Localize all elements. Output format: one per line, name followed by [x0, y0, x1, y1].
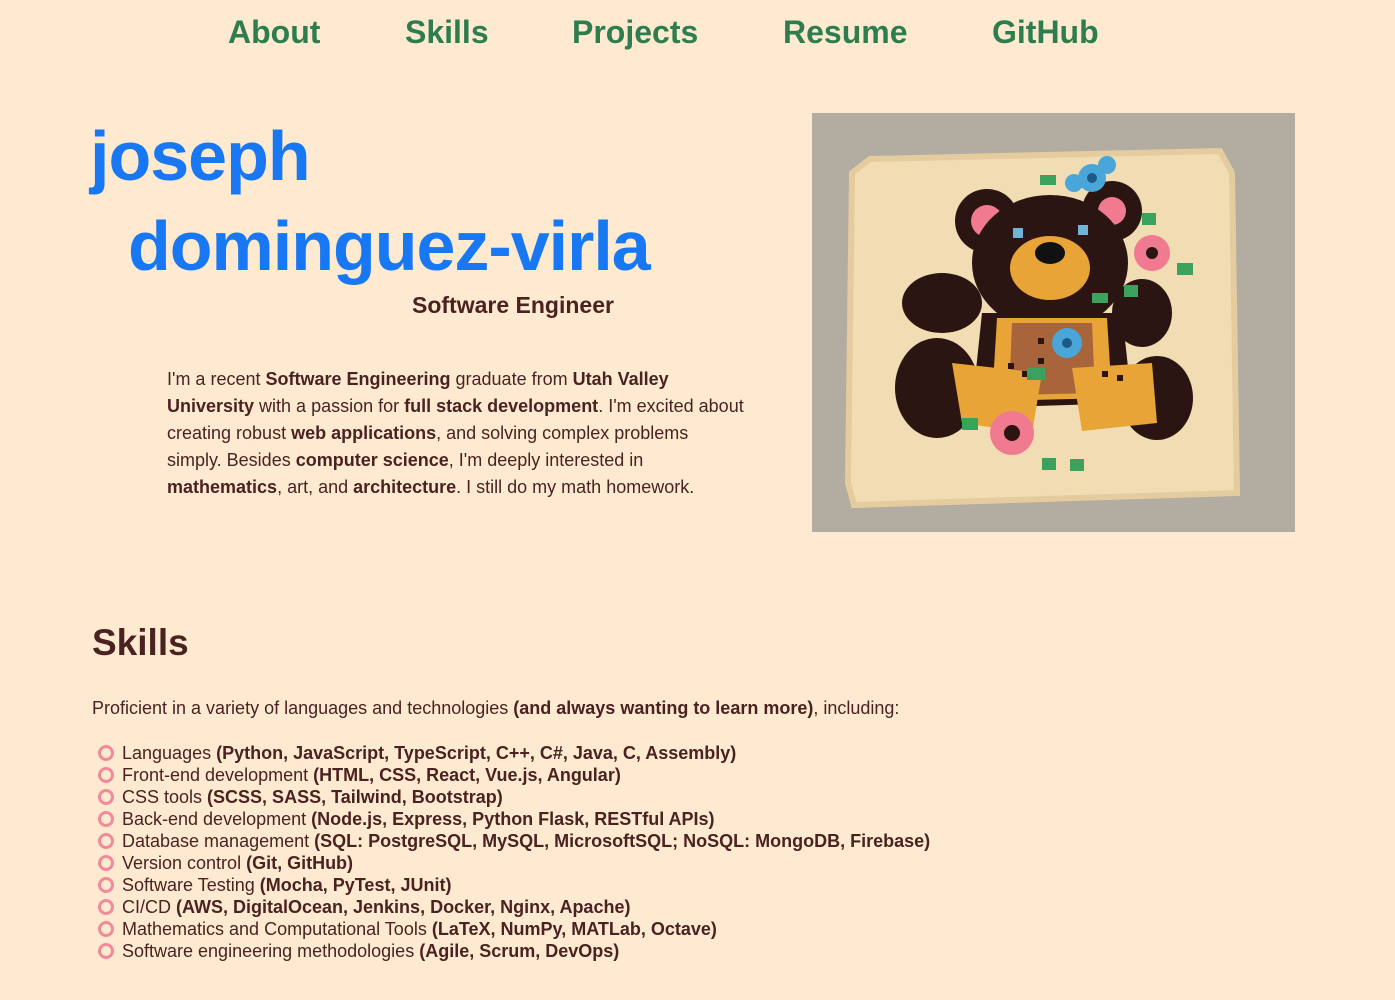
skills-heading: Skills [92, 622, 189, 663]
teddy-bear-rug-image [812, 113, 1295, 532]
circle-bullet-icon [98, 745, 114, 761]
nav-link-resume[interactable]: Resume [783, 12, 908, 52]
intro-paragraph: I'm a recent Software Engineering gradua… [167, 369, 744, 497]
nav-link-github[interactable]: GitHub [992, 12, 1099, 52]
list-item: CI/CD (AWS, DigitalOcean, Jenkins, Docker… [98, 896, 930, 918]
list-item: Version control (Git, GitHub) [98, 852, 930, 874]
circle-bullet-icon [98, 899, 114, 915]
list-item: CSS tools (SCSS, SASS, Tailwind, Bootstra… [98, 786, 930, 808]
list-item: Software Testing (Mocha, PyTest, JUnit) [98, 874, 930, 896]
job-title: Software Engineer [412, 292, 614, 318]
circle-bullet-icon [98, 833, 114, 849]
list-item: Mathematics and Computational Tools (LaTe… [98, 918, 930, 940]
circle-bullet-icon [98, 855, 114, 871]
list-item: Back-end development (Node.js, Express, P… [98, 808, 930, 830]
circle-bullet-icon [98, 789, 114, 805]
name-last: dominguez-virla [128, 207, 651, 285]
list-item: Front-end development (HTML, CSS, React, … [98, 764, 930, 786]
circle-bullet-icon [98, 943, 114, 959]
skills-intro: Proficient in a variety of languages and… [92, 698, 900, 718]
nav-link-skills[interactable]: Skills [405, 12, 489, 52]
circle-bullet-icon [98, 921, 114, 937]
list-item: Languages (Python, JavaScript, TypeScript… [98, 742, 930, 764]
list-item: Software engineering methodologies (Agile… [98, 940, 930, 962]
circle-bullet-icon [98, 767, 114, 783]
circle-bullet-icon [98, 811, 114, 827]
top-nav: About Skills Projects Resume GitHub [0, 12, 1395, 56]
nav-link-projects[interactable]: Projects [572, 12, 698, 52]
nav-link-about[interactable]: About [228, 12, 320, 52]
list-item: Database management (SQL: PostgreSQL, MyS… [98, 830, 930, 852]
circle-bullet-icon [98, 877, 114, 893]
skills-list: Languages (Python, JavaScript, TypeScript… [98, 742, 930, 962]
name-first: joseph [90, 117, 311, 195]
